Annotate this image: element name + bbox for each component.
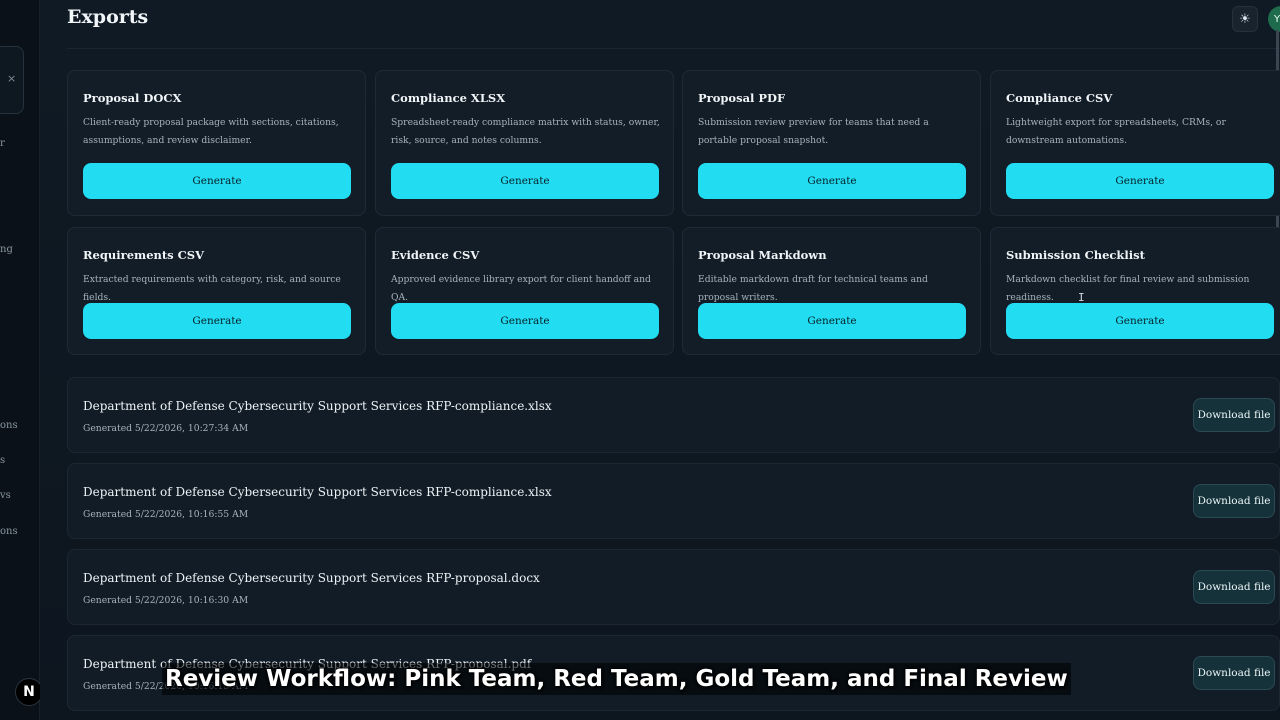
download-file-button[interactable]: Download file (1193, 398, 1275, 432)
file-row: Department of Defense Cybersecurity Supp… (67, 377, 1280, 453)
card-description: Spreadsheet-ready compliance matrix with… (391, 117, 660, 146)
sidebar-item-fragment[interactable]: r (0, 138, 5, 149)
file-generated-date: Generated 5/22/2026, 10:16:30 AM (83, 595, 249, 606)
sidebar-item-fragment[interactable]: s (0, 455, 5, 466)
card-description: Extracted requirements with category, ri… (83, 274, 341, 303)
generate-button[interactable]: Generate (1006, 163, 1274, 199)
file-row: Department of Defense Cybersecurity Supp… (67, 463, 1280, 539)
avatar[interactable]: Y (1268, 6, 1280, 32)
card-title: Proposal Markdown (698, 248, 827, 262)
video-caption: Review Workflow: Pink Team, Red Team, Go… (162, 663, 1071, 695)
generate-button[interactable]: Generate (1006, 303, 1274, 339)
sidebar-item-fragment[interactable]: vs (0, 490, 11, 501)
sun-icon: ☀ (1239, 11, 1251, 27)
theme-toggle-button[interactable]: ☀ (1232, 6, 1258, 32)
export-card-submission-checklist: Submission Checklist Markdown checklist … (990, 227, 1280, 355)
generate-button[interactable]: Generate (698, 303, 966, 339)
download-file-button[interactable]: Download file (1193, 656, 1275, 690)
card-description: Markdown checklist for final review and … (1006, 274, 1250, 303)
card-title: Compliance XLSX (391, 91, 506, 105)
generate-button[interactable]: Generate (391, 163, 659, 199)
card-description: Editable markdown draft for technical te… (698, 274, 928, 303)
card-description: Lightweight export for spreadsheets, CRM… (1006, 117, 1226, 146)
generate-button[interactable]: Generate (698, 163, 966, 199)
page-title: Exports (67, 6, 149, 28)
export-card-compliance-xlsx: Compliance XLSX Spreadsheet-ready compli… (375, 70, 674, 216)
card-title: Compliance CSV (1006, 91, 1113, 105)
file-name: Department of Defense Cybersecurity Supp… (83, 399, 552, 413)
generate-button[interactable]: Generate (83, 163, 351, 199)
export-card-evidence-csv: Evidence CSV Approved evidence library e… (375, 227, 674, 355)
export-card-requirements-csv: Requirements CSV Extracted requirements … (67, 227, 366, 355)
card-title: Evidence CSV (391, 248, 480, 262)
export-card-proposal-markdown: Proposal Markdown Editable markdown draf… (682, 227, 981, 355)
card-title: Proposal DOCX (83, 91, 182, 105)
file-generated-date: Generated 5/22/2026, 10:27:34 AM (83, 423, 249, 434)
export-card-proposal-docx: Proposal DOCX Client-ready proposal pack… (67, 70, 366, 216)
card-title: Proposal PDF (698, 91, 786, 105)
text-cursor-icon: I (1078, 291, 1085, 304)
file-name: Department of Defense Cybersecurity Supp… (83, 571, 540, 585)
sidebar-item-fragment[interactable]: ng (0, 244, 13, 255)
header-divider (67, 48, 1280, 49)
sidebar: × r ng ons s vs ons (0, 0, 40, 720)
close-icon[interactable]: × (7, 72, 16, 85)
download-file-button[interactable]: Download file (1193, 570, 1275, 604)
generate-button[interactable]: Generate (391, 303, 659, 339)
card-description: Submission review preview for teams that… (698, 117, 929, 146)
card-title: Requirements CSV (83, 248, 205, 262)
file-generated-date: Generated 5/22/2026, 10:16:55 AM (83, 509, 249, 520)
card-description: Client-ready proposal package with secti… (83, 117, 339, 146)
file-row: Department of Defense Cybersecurity Supp… (67, 549, 1280, 625)
export-card-proposal-pdf: Proposal PDF Submission review preview f… (682, 70, 981, 216)
card-description: Approved evidence library export for cli… (391, 274, 651, 303)
card-title: Submission Checklist (1006, 248, 1145, 262)
export-card-compliance-csv: Compliance CSV Lightweight export for sp… (990, 70, 1280, 216)
file-name: Department of Defense Cybersecurity Supp… (83, 485, 552, 499)
n-logo-badge[interactable]: N (15, 678, 43, 706)
download-file-button[interactable]: Download file (1193, 484, 1275, 518)
sidebar-item-fragment[interactable]: ons (0, 526, 18, 537)
main-content: Exports ☀ Y Proposal DOCX Client-ready p… (40, 0, 1280, 720)
sidebar-item-fragment[interactable]: ons (0, 420, 18, 431)
generate-button[interactable]: Generate (83, 303, 351, 339)
